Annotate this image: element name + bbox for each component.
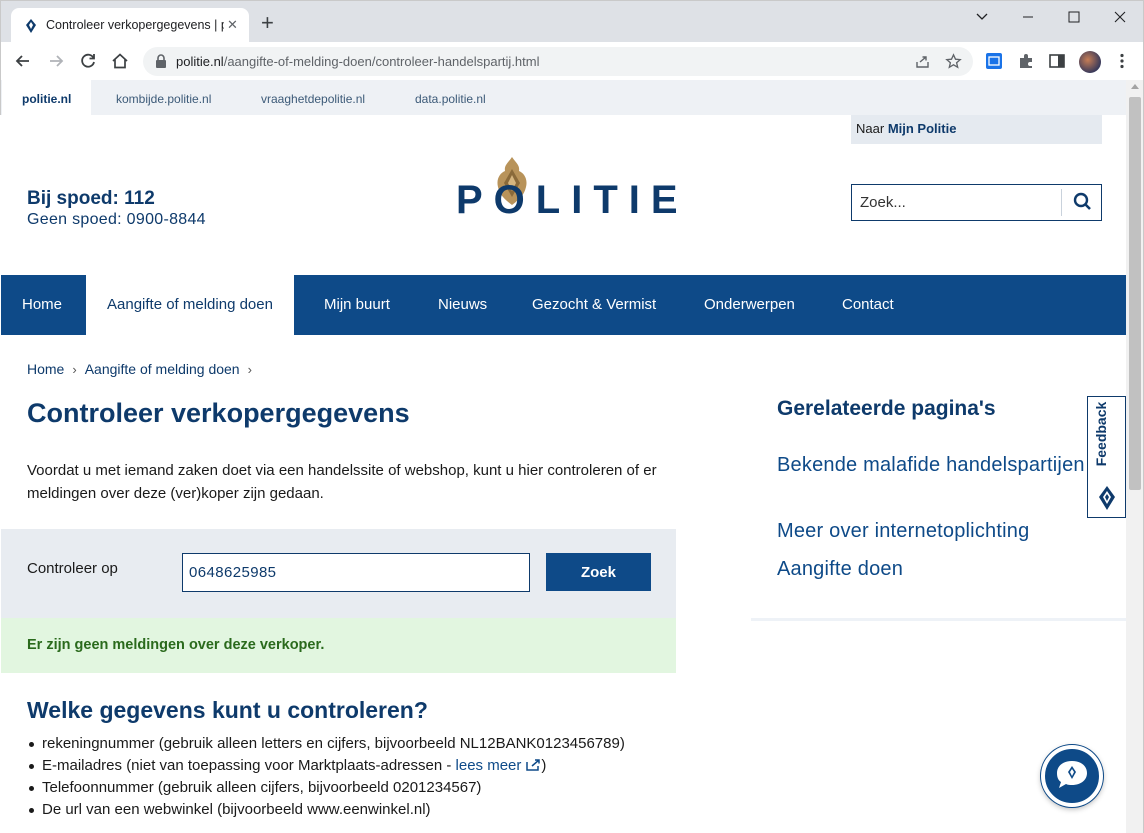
related-link-malafide[interactable]: Bekende malafide handelspartijen xyxy=(777,451,1097,479)
spoed-112: Bij spoed: 112 xyxy=(27,188,155,209)
topbar-link-data[interactable]: data.politie.nl xyxy=(395,80,506,115)
scroll-up-arrow-icon[interactable] xyxy=(1131,84,1139,89)
lock-icon[interactable] xyxy=(155,54,167,68)
politie-badge-icon xyxy=(1099,486,1115,510)
side-panel-icon[interactable] xyxy=(1048,52,1066,70)
chat-bubble-icon xyxy=(1057,761,1087,788)
list-item: Telefoonnummer (gebruik alleen cijfers, … xyxy=(27,777,625,799)
politie-favicon-icon xyxy=(26,19,36,33)
nav-onderwerpen[interactable]: Onderwerpen xyxy=(683,275,816,335)
site-search xyxy=(851,184,1102,221)
list-item: E-mailadres (niet van toepassing voor Ma… xyxy=(27,755,625,777)
check-input[interactable] xyxy=(182,553,530,592)
browser-tab[interactable]: Controleer verkopergegevens | p ✕ xyxy=(11,8,249,43)
check-label: Controleer op xyxy=(27,560,118,577)
topbar-link-kombijde[interactable]: kombijde.politie.nl xyxy=(96,80,231,115)
feedback-label: Feedback xyxy=(1093,401,1109,467)
list-item: De url van een webwinkel (bijvoorbeeld w… xyxy=(27,799,625,821)
breadcrumb-separator: › xyxy=(247,362,252,377)
result-message: Er zijn geen meldingen over deze verkope… xyxy=(1,618,676,673)
scroll-thumb[interactable] xyxy=(1129,97,1141,490)
tab-close-icon[interactable]: ✕ xyxy=(227,17,238,33)
search-divider xyxy=(1061,189,1062,216)
breadcrumb-separator: › xyxy=(72,362,77,377)
logo-wordmark: POLITIE xyxy=(456,178,689,222)
related-pages-title: Gerelateerde pagina's xyxy=(777,397,996,420)
topbar-link-vraaghetdepolitie[interactable]: vraaghetdepolitie.nl xyxy=(241,80,385,115)
topbar-link-politie[interactable]: politie.nl xyxy=(2,80,92,115)
url-text[interactable]: politie.nl/aangifte-of-melding-doen/cont… xyxy=(176,54,540,69)
result-text: Er zijn geen meldingen over deze verkope… xyxy=(27,637,325,653)
tab-search-chevron-icon[interactable] xyxy=(967,7,997,27)
nav-home[interactable]: Home xyxy=(1,275,83,335)
nav-nieuws[interactable]: Nieuws xyxy=(417,275,508,335)
page-title: Controleer verkopergegevens xyxy=(27,398,410,428)
search-input[interactable] xyxy=(852,185,1060,220)
nav-contact[interactable]: Contact xyxy=(821,275,915,335)
related-link-internetoplichting[interactable]: Meer over internetoplichting xyxy=(777,517,1097,545)
extensions-puzzle-icon[interactable] xyxy=(1017,52,1035,70)
extension-app-icon[interactable] xyxy=(985,52,1003,70)
window-close-icon[interactable] xyxy=(1105,7,1135,27)
tab-title: Controleer verkopergegevens | p xyxy=(46,18,224,32)
chat-button[interactable] xyxy=(1041,745,1103,807)
feedback-tab[interactable]: Feedback xyxy=(1087,396,1126,518)
address-bar[interactable]: politie.nl/aangifte-of-melding-doen/cont… xyxy=(143,47,973,76)
mijn-politie-link[interactable]: Naar Mijn Politie xyxy=(851,115,1102,144)
data-types-list: rekeningnummer (gebruik alleen letters e… xyxy=(27,733,625,821)
lees-meer-link[interactable]: lees meer xyxy=(456,757,522,774)
related-link-aangifte-doen[interactable]: Aangifte doen xyxy=(777,555,1097,583)
share-icon[interactable] xyxy=(914,53,931,70)
related-pages: Gerelateerde pagina's Bekende malafide h… xyxy=(751,385,1126,621)
breadcrumb-home[interactable]: Home xyxy=(27,361,64,377)
forward-arrow-icon[interactable] xyxy=(45,50,67,72)
maximize-icon[interactable] xyxy=(1059,7,1089,27)
page-content: Naar Mijn Politie Bij spoed: 112 Geen sp… xyxy=(1,115,1126,833)
politie-logo[interactable]: POLITIE xyxy=(456,153,678,238)
section-heading: Welke gegevens kunt u controleren? xyxy=(27,697,428,723)
nav-aangifte[interactable]: Aangifte of melding doen xyxy=(86,275,294,335)
page-scrollbar[interactable] xyxy=(1126,80,1144,833)
browser-toolbar: politie.nl/aangifte-of-melding-doen/cont… xyxy=(0,42,1144,80)
check-form: Controleer op Zoek xyxy=(1,529,676,618)
new-tab-button[interactable]: + xyxy=(261,12,274,34)
breadcrumb-aangifte[interactable]: Aangifte of melding doen xyxy=(85,361,240,377)
check-submit-button[interactable]: Zoek xyxy=(546,553,651,591)
list-item: rekeningnummer (gebruik alleen letters e… xyxy=(27,733,625,755)
back-arrow-icon[interactable] xyxy=(12,50,34,72)
emergency-info: Bij spoed: 112 Geen spoed: 0900-8844 xyxy=(27,188,206,229)
minimize-icon[interactable] xyxy=(1013,7,1043,27)
main-navigation: Home Aangifte of melding doen Mijn buurt… xyxy=(1,275,1126,335)
bookmark-star-icon[interactable] xyxy=(945,53,962,70)
external-link-icon[interactable] xyxy=(525,758,541,771)
profile-avatar[interactable] xyxy=(1079,51,1101,73)
site-topbar: politie.nl kombijde.politie.nl vraaghetd… xyxy=(0,80,1126,115)
nav-mijn-buurt[interactable]: Mijn buurt xyxy=(303,275,411,335)
chrome-menu-icon[interactable] xyxy=(1113,52,1131,70)
home-icon[interactable] xyxy=(109,50,131,72)
nav-gezocht-vermist[interactable]: Gezocht & Vermist xyxy=(511,275,677,335)
reload-icon[interactable] xyxy=(77,50,99,72)
geen-spoed-number: Geen spoed: 0900-8844 xyxy=(27,211,206,228)
browser-tab-bar: Controleer verkopergegevens | p ✕ + xyxy=(0,0,1144,43)
breadcrumb: Home › Aangifte of melding doen › xyxy=(27,361,260,377)
search-icon[interactable] xyxy=(1064,185,1101,220)
intro-text: Voordat u met iemand zaken doet via een … xyxy=(27,462,657,502)
